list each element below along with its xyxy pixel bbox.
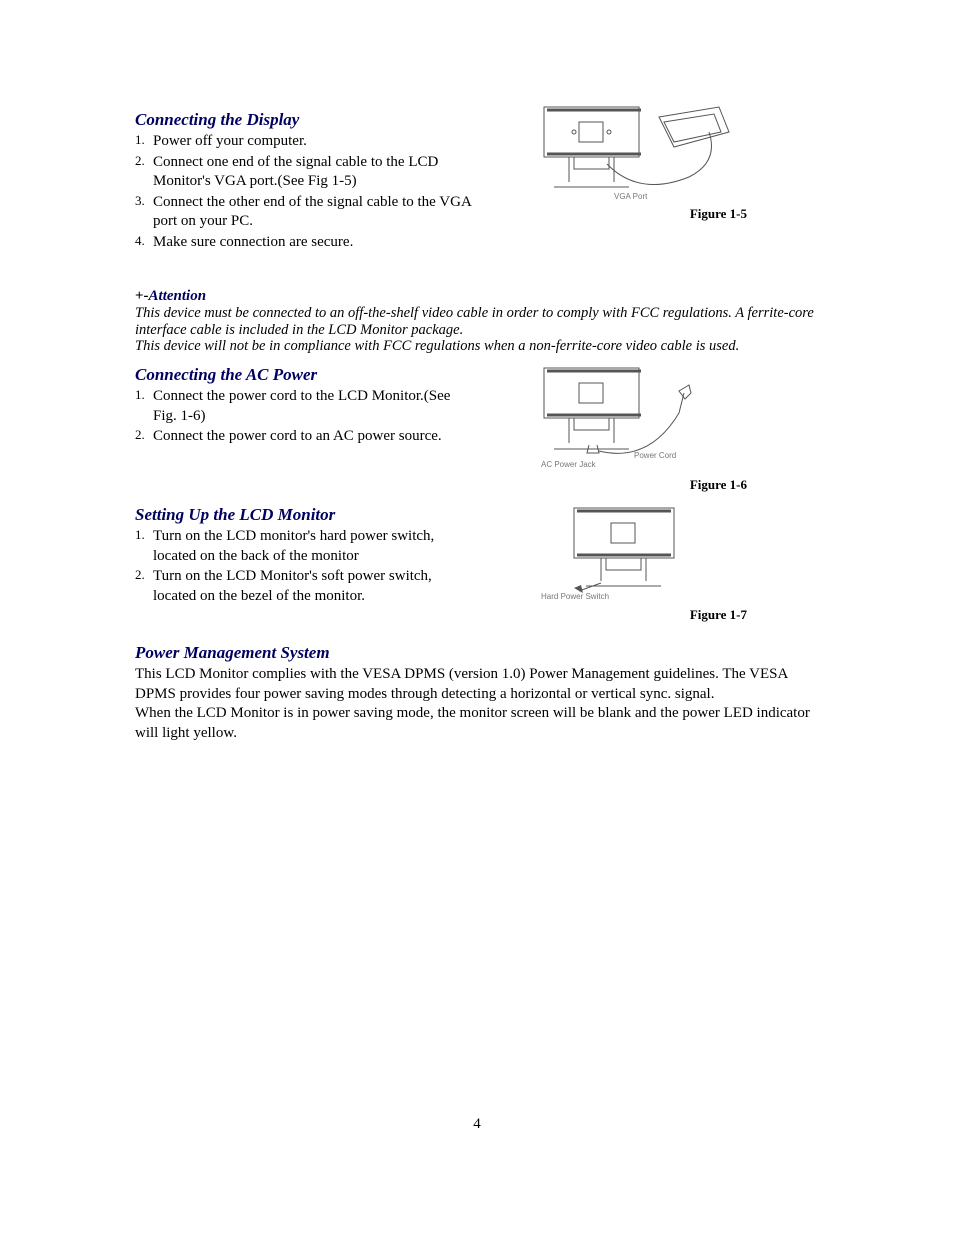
connecting-display-list: 1.Power off your computer. 2.Connect one…	[135, 132, 475, 252]
section-connecting-display: VGA Port Figure 1-5 Connecting the Displ…	[135, 110, 819, 260]
power-management-body-2: When the LCD Monitor is in power saving …	[135, 704, 819, 743]
section-setting-up: Hard Power Switch Figure 1-7 Setting Up …	[135, 505, 819, 625]
section-connecting-ac-power: AC Power Jack Power Cord Figure 1-6 Conn…	[135, 365, 819, 495]
page-number: 4	[0, 1116, 954, 1133]
list-item: 1.Turn on the LCD monitor's hard power s…	[135, 527, 475, 566]
monitor-vga-diagram-icon: VGA Port	[539, 102, 759, 202]
attention-body-2: This device will not be in compliance wi…	[135, 338, 819, 355]
figure-1-6-caption: Figure 1-6	[539, 477, 747, 493]
power-cord-label: Power Cord	[634, 451, 676, 460]
vga-port-label: VGA Port	[614, 192, 648, 201]
list-item: 2.Connect one end of the signal cable to…	[135, 153, 475, 192]
attention-block: +-Attention This device must be connecte…	[135, 288, 819, 355]
attention-heading: +-Attention	[135, 288, 819, 305]
hard-power-switch-label: Hard Power Switch	[541, 592, 609, 601]
list-item: 1.Power off your computer.	[135, 132, 475, 152]
list-item: 1.Connect the power cord to the LCD Moni…	[135, 387, 475, 426]
list-item: 2.Turn on the LCD Monitor's soft power s…	[135, 567, 475, 606]
list-item: 2.Connect the power cord to an AC power …	[135, 427, 475, 447]
figure-1-6: AC Power Jack Power Cord Figure 1-6	[539, 363, 819, 493]
section-power-management: Power Management System This LCD Monitor…	[135, 643, 819, 743]
figure-1-5: VGA Port Figure 1-5	[539, 102, 819, 222]
list-item: 3.Connect the other end of the signal ca…	[135, 193, 475, 232]
figure-1-7: Hard Power Switch Figure 1-7	[539, 503, 819, 623]
ac-power-jack-label: AC Power Jack	[541, 460, 597, 469]
attention-body-1: This device must be connected to an off-…	[135, 305, 819, 338]
figure-1-5-caption: Figure 1-5	[539, 206, 747, 222]
figure-1-7-caption: Figure 1-7	[539, 607, 747, 623]
setting-up-list: 1.Turn on the LCD monitor's hard power s…	[135, 527, 475, 606]
list-item: 4.Make sure connection are secure.	[135, 233, 475, 253]
monitor-power-diagram-icon: AC Power Jack Power Cord	[539, 363, 719, 473]
heading-power-management: Power Management System	[135, 643, 819, 663]
monitor-switch-diagram-icon: Hard Power Switch	[539, 503, 719, 603]
power-management-body-1: This LCD Monitor complies with the VESA …	[135, 665, 819, 704]
connecting-ac-power-list: 1.Connect the power cord to the LCD Moni…	[135, 387, 475, 447]
